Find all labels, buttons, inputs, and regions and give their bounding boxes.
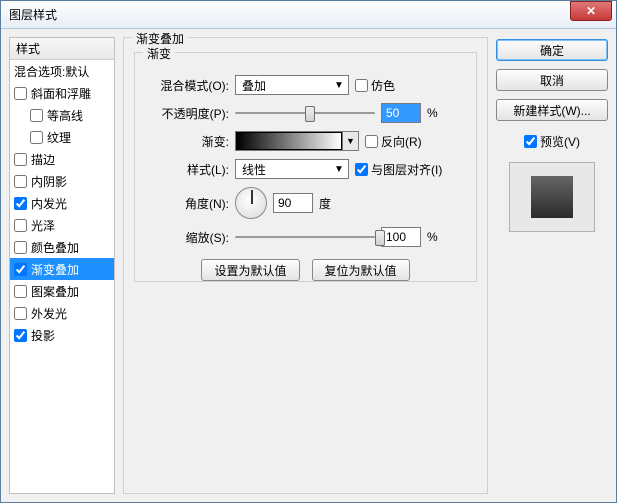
style-label: 样式(L): — [145, 161, 229, 178]
content-area: 样式 混合选项:默认 斜面和浮雕等高线纹理描边内阴影内发光光泽颜色叠加渐变叠加图… — [1, 29, 616, 502]
style-item-label: 颜色叠加 — [31, 239, 79, 256]
slider-thumb[interactable] — [305, 106, 315, 122]
angle-input[interactable]: 90 — [273, 193, 313, 213]
scale-input[interactable]: 100 — [381, 227, 421, 247]
blend-mode-combo[interactable]: 叠加 ▼ — [235, 75, 349, 95]
style-item[interactable]: 等高线 — [10, 104, 114, 126]
style-item-check[interactable] — [14, 153, 27, 166]
style-item-check[interactable] — [14, 263, 27, 276]
angle-dial[interactable] — [235, 187, 267, 219]
reverse-checkbox[interactable]: 反向(R) — [365, 133, 422, 150]
align-check-input[interactable] — [355, 163, 368, 176]
style-item-label: 内阴影 — [31, 173, 67, 190]
style-item[interactable]: 内发光 — [10, 192, 114, 214]
style-value: 线性 — [242, 161, 266, 178]
inner-group-title: 渐变 — [143, 45, 175, 62]
settings-panel: 渐变叠加 渐变 混合模式(O): 叠加 ▼ 仿色 — [123, 37, 488, 494]
style-item-check[interactable] — [14, 197, 27, 210]
angle-label: 角度(N): — [145, 195, 229, 212]
close-icon: ✕ — [586, 4, 596, 18]
percent-label: % — [427, 106, 438, 120]
style-item-check[interactable] — [30, 131, 43, 144]
chevron-down-icon[interactable]: ▼ — [342, 132, 358, 150]
blend-mode-label: 混合模式(O): — [145, 77, 229, 94]
style-item[interactable]: 描边 — [10, 148, 114, 170]
right-buttons: 确定 取消 新建样式(W)... 预览(V) — [496, 37, 608, 494]
window-title: 图层样式 — [9, 6, 57, 23]
styles-header: 样式 — [10, 38, 114, 60]
scale-slider[interactable] — [235, 227, 375, 247]
reverse-check-input[interactable] — [365, 135, 378, 148]
titlebar: 图层样式 ✕ — [1, 1, 616, 29]
style-item-check[interactable] — [14, 175, 27, 188]
opacity-input[interactable]: 50 — [381, 103, 421, 123]
scale-label: 缩放(S): — [145, 229, 229, 246]
reset-default-button[interactable]: 复位为默认值 — [312, 259, 410, 281]
preview-checkbox[interactable]: 预览(V) — [496, 133, 608, 150]
dither-label: 仿色 — [371, 77, 395, 94]
style-item[interactable]: 内阴影 — [10, 170, 114, 192]
blend-mode-value: 叠加 — [242, 77, 266, 94]
new-style-button[interactable]: 新建样式(W)... — [496, 99, 608, 121]
reverse-label: 反向(R) — [381, 133, 422, 150]
preview-check-input[interactable] — [524, 135, 537, 148]
chevron-down-icon: ▼ — [332, 164, 346, 175]
blend-options-item[interactable]: 混合选项:默认 — [10, 60, 114, 82]
style-item-label: 投影 — [31, 327, 55, 344]
opacity-slider[interactable] — [235, 103, 375, 123]
styles-list: 样式 混合选项:默认 斜面和浮雕等高线纹理描边内阴影内发光光泽颜色叠加渐变叠加图… — [9, 37, 115, 494]
opacity-label: 不透明度(P): — [145, 105, 229, 122]
style-item[interactable]: 斜面和浮雕 — [10, 82, 114, 104]
style-item-check[interactable] — [14, 285, 27, 298]
slider-thumb[interactable] — [375, 230, 385, 246]
gradient-label: 渐变: — [145, 133, 229, 150]
style-item[interactable]: 纹理 — [10, 126, 114, 148]
preview-label: 预览(V) — [540, 133, 580, 150]
style-item-check[interactable] — [14, 87, 27, 100]
dialog-window: 图层样式 ✕ 样式 混合选项:默认 斜面和浮雕等高线纹理描边内阴影内发光光泽颜色… — [0, 0, 617, 503]
style-combo[interactable]: 线性 ▼ — [235, 159, 349, 179]
style-item[interactable]: 外发光 — [10, 302, 114, 324]
style-item-check[interactable] — [30, 109, 43, 122]
style-item[interactable]: 光泽 — [10, 214, 114, 236]
chevron-down-icon: ▼ — [332, 80, 346, 91]
dither-checkbox[interactable]: 仿色 — [355, 77, 395, 94]
style-item-check[interactable] — [14, 307, 27, 320]
style-item-label: 等高线 — [47, 107, 83, 124]
align-checkbox[interactable]: 与图层对齐(I) — [355, 161, 442, 178]
align-label: 与图层对齐(I) — [371, 161, 442, 178]
style-item-check[interactable] — [14, 241, 27, 254]
percent-label: % — [427, 230, 438, 244]
slider-track — [235, 236, 375, 238]
style-item-label: 描边 — [31, 151, 55, 168]
style-item-label: 纹理 — [47, 129, 71, 146]
degree-label: 度 — [319, 195, 331, 212]
style-item[interactable]: 投影 — [10, 324, 114, 346]
gradient-preview[interactable] — [236, 132, 342, 150]
style-item-label: 外发光 — [31, 305, 67, 322]
style-item[interactable]: 颜色叠加 — [10, 236, 114, 258]
close-button[interactable]: ✕ — [570, 1, 612, 21]
gradient-picker[interactable]: ▼ — [235, 131, 359, 151]
style-item[interactable]: 图案叠加 — [10, 280, 114, 302]
gradient-overlay-group: 渐变叠加 渐变 混合模式(O): 叠加 ▼ 仿色 — [123, 37, 488, 494]
style-item-label: 光泽 — [31, 217, 55, 234]
ok-button[interactable]: 确定 — [496, 39, 608, 61]
style-item-label: 斜面和浮雕 — [31, 85, 91, 102]
dither-check-input[interactable] — [355, 79, 368, 92]
gradient-group: 渐变 混合模式(O): 叠加 ▼ 仿色 不透明度(P): — [134, 52, 477, 282]
angle-hand — [251, 190, 253, 204]
blend-options-label: 混合选项:默认 — [14, 63, 89, 80]
cancel-button[interactable]: 取消 — [496, 69, 608, 91]
set-default-button[interactable]: 设置为默认值 — [201, 259, 299, 281]
style-item-check[interactable] — [14, 329, 27, 342]
preview-swatch — [531, 176, 573, 218]
style-item-check[interactable] — [14, 219, 27, 232]
style-item[interactable]: 渐变叠加 — [10, 258, 114, 280]
preview-box — [509, 162, 595, 232]
style-item-label: 内发光 — [31, 195, 67, 212]
style-item-label: 图案叠加 — [31, 283, 79, 300]
style-item-label: 渐变叠加 — [31, 261, 79, 278]
